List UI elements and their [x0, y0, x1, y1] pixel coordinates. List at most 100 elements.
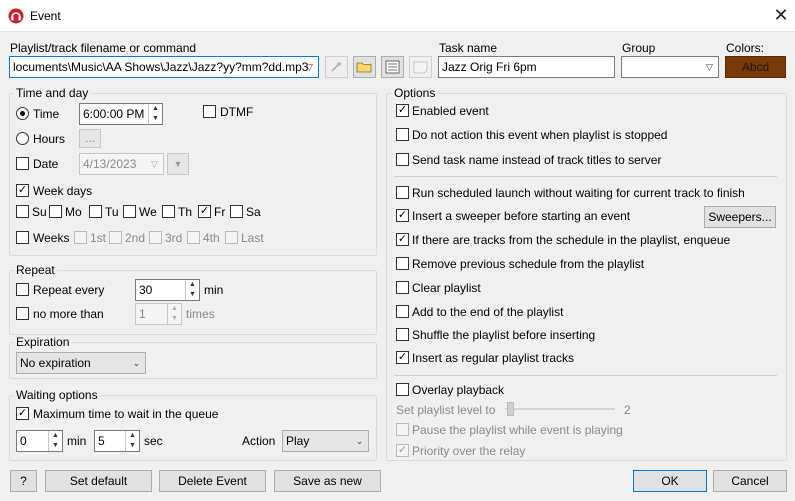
group-combo[interactable]: ▽ [621, 56, 719, 78]
option-checkbox[interactable] [396, 281, 409, 294]
max-wait-checkbox[interactable]: ✓ [16, 407, 29, 420]
option-checkbox[interactable]: ✓ [396, 104, 409, 117]
week-checkbox-3rd[interactable] [149, 231, 162, 244]
option-label: Insert a sweeper before starting an even… [412, 209, 631, 223]
day-checkbox-su[interactable] [16, 205, 29, 218]
day-label: Su [32, 205, 47, 219]
option-checkbox[interactable] [396, 257, 409, 270]
cancel-button[interactable]: Cancel [713, 470, 787, 492]
date-dropdown-button[interactable]: ▼ [167, 153, 189, 175]
help-button[interactable]: ? [10, 470, 37, 492]
wait-min-input[interactable]: 0 ▲ ▼ [16, 430, 63, 452]
option-checkbox[interactable] [396, 383, 409, 396]
day-checkbox-sa[interactable] [230, 205, 243, 218]
wait-sec-spinner[interactable]: ▲ ▼ [125, 431, 139, 451]
playlist-combo[interactable]: locuments\Music\AA Shows\Jazz\Jazz?yy?mm… [9, 56, 319, 78]
day-checkbox-th[interactable] [162, 205, 175, 218]
option-checkbox[interactable] [396, 128, 409, 141]
delete-event-button[interactable]: Delete Event [159, 470, 266, 492]
close-icon[interactable]: ✕ [770, 4, 792, 26]
wait-min-unit: min [67, 434, 87, 448]
folder-icon [356, 62, 372, 73]
week-label: 4th [203, 231, 220, 245]
time-value: 6:00:00 PM [83, 107, 145, 121]
repeat-every-value: 30 [139, 283, 153, 297]
sweepers-button[interactable]: Sweepers... [704, 206, 776, 228]
repeat-spinner[interactable]: ▲ ▼ [185, 280, 199, 300]
option-checkbox[interactable] [396, 305, 409, 318]
option-checkbox[interactable] [396, 153, 409, 166]
playlist-level-value: 2 [624, 403, 631, 417]
no-more-than-label: no more than [33, 307, 104, 321]
time-radio[interactable] [16, 107, 29, 120]
wand-icon [331, 61, 342, 72]
option-label: Overlay playback [412, 383, 505, 397]
note-icon [413, 61, 428, 74]
expiration-select[interactable]: No expiration ⌄ [16, 352, 146, 374]
list-button[interactable] [381, 56, 404, 78]
chevron-down-icon[interactable]: ⌄ [128, 353, 145, 373]
time-spinner[interactable]: ▲ ▼ [148, 104, 162, 124]
hours-button[interactable]: ... [79, 129, 101, 148]
week-days-label: Week days [33, 184, 93, 198]
date-combo[interactable]: 4/13/2023 ▽ [79, 153, 164, 175]
option-checkbox[interactable] [396, 186, 409, 199]
chevron-down-icon[interactable]: ▽ [146, 154, 163, 174]
set-default-button[interactable]: Set default [45, 470, 152, 492]
day-checkbox-mo[interactable] [49, 205, 62, 218]
save-as-new-button[interactable]: Save as new [274, 470, 381, 492]
option-checkbox[interactable]: ✓ [396, 233, 409, 246]
playlist-level-thumb[interactable] [507, 402, 514, 416]
no-more-than-checkbox[interactable] [16, 307, 29, 320]
repeat-every-checkbox[interactable] [16, 283, 29, 296]
wand-button[interactable] [325, 56, 348, 78]
chevron-down-icon[interactable]: ▽ [301, 57, 318, 77]
note-button[interactable] [409, 56, 432, 78]
option-label: Clear playlist [412, 281, 481, 295]
pause-playlist-checkbox[interactable] [396, 423, 409, 436]
ok-button[interactable]: OK [633, 470, 707, 492]
times-unit-label: times [186, 307, 215, 321]
dtmf-checkbox[interactable] [203, 105, 216, 118]
option-checkbox[interactable] [396, 328, 409, 341]
wait-sec-value: 5 [98, 434, 105, 448]
week-label: 2nd [125, 231, 146, 245]
week-checkbox-1st[interactable] [74, 231, 87, 244]
playlist-level-slider[interactable] [505, 408, 615, 410]
week-checkbox-2nd[interactable] [109, 231, 122, 244]
wait-sec-unit: sec [144, 434, 163, 448]
chevron-down-icon[interactable]: ▽ [701, 57, 718, 77]
task-name-input[interactable]: Jazz Orig Fri 6pm [438, 56, 615, 78]
hours-radio[interactable] [16, 132, 29, 145]
no-more-than-input[interactable]: 1 ▲ ▼ [135, 303, 182, 325]
day-checkbox-tu[interactable] [89, 205, 102, 218]
priority-relay-checkbox[interactable]: ✓ [396, 444, 409, 457]
repeat-title: Repeat [14, 263, 57, 277]
browse-folder-button[interactable] [353, 56, 376, 78]
day-label: Mo [65, 205, 82, 219]
weeks-checkbox[interactable] [16, 231, 29, 244]
expiration-title: Expiration [14, 335, 72, 349]
no-more-than-spinner[interactable]: ▲ ▼ [167, 304, 181, 324]
option-label: Insert as regular playlist tracks [412, 351, 575, 365]
wait-min-spinner[interactable]: ▲ ▼ [48, 431, 62, 451]
date-checkbox[interactable] [16, 157, 29, 170]
option-checkbox[interactable]: ✓ [396, 351, 409, 364]
waiting-options-title: Waiting options [14, 388, 100, 402]
week-checkbox-4th[interactable] [187, 231, 200, 244]
time-input[interactable]: 6:00:00 PM ▲ ▼ [79, 103, 163, 125]
priority-relay-label: Priority over the relay [412, 444, 526, 458]
action-select[interactable]: Play ⌄ [282, 430, 369, 452]
option-checkbox[interactable]: ✓ [396, 209, 409, 222]
color-swatch-button[interactable]: Abcd [725, 56, 786, 78]
max-wait-label: Maximum time to wait in the queue [33, 407, 219, 421]
day-checkbox-we[interactable] [123, 205, 136, 218]
option-label: Send task name instead of track titles t… [412, 153, 662, 167]
hours-label: Hours [33, 132, 66, 146]
repeat-every-input[interactable]: 30 ▲ ▼ [135, 279, 200, 301]
chevron-down-icon[interactable]: ⌄ [351, 431, 368, 451]
week-days-checkbox[interactable]: ✓ [16, 184, 29, 197]
week-checkbox-last[interactable] [225, 231, 238, 244]
wait-sec-input[interactable]: 5 ▲ ▼ [94, 430, 140, 452]
day-checkbox-fr[interactable]: ✓ [198, 205, 211, 218]
